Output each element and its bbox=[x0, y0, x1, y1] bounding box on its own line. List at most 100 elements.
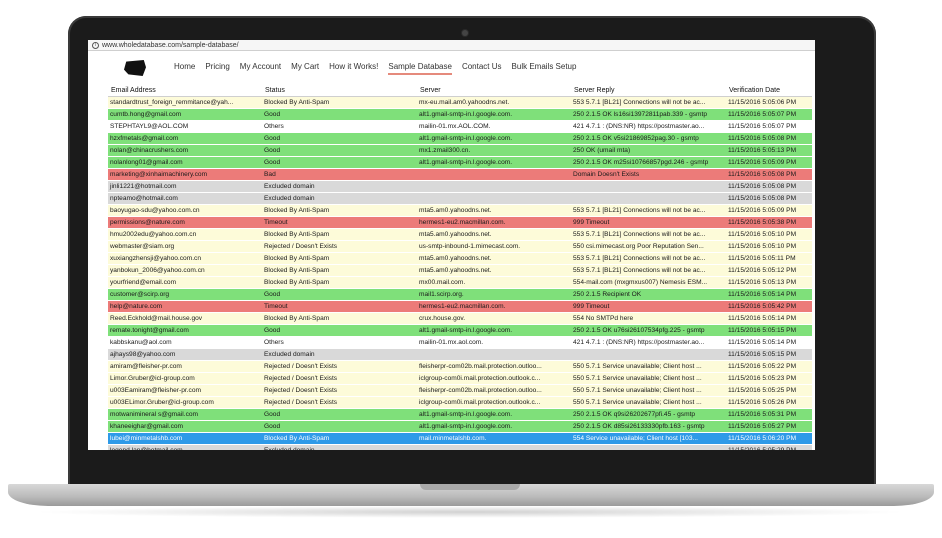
nav-item-bulk-emails-setup[interactable]: Bulk Emails Setup bbox=[512, 62, 577, 75]
verification-date-cell: 11/15/2016 5:05:14 PM bbox=[726, 288, 812, 301]
table-row[interactable]: u003ELimor.Gruber@icl-group.com Rejected … bbox=[108, 396, 812, 409]
email-cell: webmaster@siam.org bbox=[108, 240, 262, 253]
column-header-server-reply[interactable]: Server Reply bbox=[571, 85, 726, 97]
server-reply-cell bbox=[571, 192, 726, 205]
table-row[interactable]: baoyugao-sdu@yahoo.com.cn Blocked By Anti… bbox=[108, 204, 812, 217]
server-reply-cell: 553 5.7.1 [BL21] Connections will not be… bbox=[571, 264, 726, 277]
status-cell: Rejected / Doesn't Exists bbox=[262, 360, 417, 373]
server-cell: alt1.gmail-smtp-in.l.google.com. bbox=[417, 420, 571, 433]
table-row[interactable]: Limor.Gruber@icl-group.com Rejected / Doe… bbox=[108, 372, 812, 385]
server-cell: iclgroup-com0i.mail.protection.outlook.c… bbox=[417, 396, 571, 409]
column-header-email-address[interactable]: Email Address bbox=[108, 85, 262, 97]
server-reply-cell: 250 2.1.5 OK d85si26133330pfb.163 - gsmt… bbox=[571, 420, 726, 433]
verification-date-cell: 11/15/2016 5:05:10 PM bbox=[726, 228, 812, 241]
laptop-notch bbox=[420, 484, 520, 490]
table-row[interactable]: permissions@nature.com Timeout hermes1-eu2… bbox=[108, 216, 812, 229]
server-cell: hermes1-eu2.macmillan.com. bbox=[417, 216, 571, 229]
nav-item-pricing[interactable]: Pricing bbox=[205, 62, 229, 75]
server-reply-cell: 554-mail.com (mxgmxus007) Nemesis ESM... bbox=[571, 276, 726, 289]
server-reply-cell: 550 5.7.1 Service unavailable; Client ho… bbox=[571, 360, 726, 373]
verification-date-cell: 11/15/2016 5:05:09 PM bbox=[726, 156, 812, 169]
table-row[interactable]: standardtrust_foreign_remmitance@yah... B… bbox=[108, 96, 812, 109]
nav-item-how-it-works[interactable]: How it Works! bbox=[329, 62, 378, 75]
site-logo[interactable] bbox=[124, 60, 146, 76]
table-row[interactable]: jinli1221@hotmail.com Excluded domain 11/1… bbox=[108, 180, 812, 193]
info-icon[interactable]: i bbox=[92, 41, 99, 49]
laptop-scene: i www.wholedatabase.com/sample-database/… bbox=[0, 0, 942, 538]
table-row[interactable]: webmaster@siam.org Rejected / Doesn't Exi… bbox=[108, 240, 812, 253]
verification-date-cell: 11/15/2016 5:05:14 PM bbox=[726, 336, 812, 349]
column-header-server[interactable]: Server bbox=[417, 85, 571, 97]
table-row[interactable]: cumtb.hong@gmail.com Good alt1.gmail-smtp-… bbox=[108, 108, 812, 121]
table-row[interactable]: npteamo@hotmail.com Excluded domain 11/15/… bbox=[108, 192, 812, 205]
server-cell: mail.minmetalshb.com. bbox=[417, 432, 571, 445]
email-cell: yourfriend@email.com bbox=[108, 276, 262, 289]
table-row[interactable]: ajhays98@yahoo.com Excluded domain 11/15/2… bbox=[108, 348, 812, 361]
table-row[interactable]: nolan@chinacrushers.com Good mx1.zmail300.… bbox=[108, 144, 812, 157]
table-row[interactable]: lubei@minmetalshb.com Blocked By Anti-Spa… bbox=[108, 432, 812, 445]
email-cell: u003ELimor.Gruber@icl-group.com bbox=[108, 396, 262, 409]
camera-icon bbox=[462, 30, 468, 36]
verification-date-cell: 11/15/2016 5:05:13 PM bbox=[726, 276, 812, 289]
table-row[interactable]: motwanimineral s@gmail.com Good alt1.gmail… bbox=[108, 408, 812, 421]
table-row[interactable]: yourfriend@email.com Blocked By Anti-Spam… bbox=[108, 276, 812, 289]
column-header-verification-date[interactable]: Verification Date bbox=[726, 85, 812, 97]
table-row[interactable]: khaneeighar@gmail.com Good alt1.gmail-smtp… bbox=[108, 420, 812, 433]
table-row[interactable]: u003Eamiram@fleisher-pr.com Rejected / Do… bbox=[108, 384, 812, 397]
nav-item-home[interactable]: Home bbox=[174, 62, 195, 75]
table-row[interactable]: STEPHTAYL9@AOL.COM Others mailin-01.mx.AOL… bbox=[108, 120, 812, 133]
server-cell: us-smtp-inbound-1.mimecast.com. bbox=[417, 240, 571, 253]
verification-date-cell: 11/15/2016 5:05:11 PM bbox=[726, 252, 812, 265]
email-cell: cumtb.hong@gmail.com bbox=[108, 108, 262, 121]
server-reply-cell: 250 OK (umail mta) bbox=[571, 144, 726, 157]
table-row[interactable]: xuxiangzhensji@yahoo.com.cn Blocked By An… bbox=[108, 252, 812, 265]
results-table: Email Address Status Server Server Reply Ver… bbox=[108, 85, 812, 450]
status-cell: Good bbox=[262, 144, 417, 157]
laptop-shadow bbox=[30, 506, 910, 518]
status-cell: Good bbox=[262, 156, 417, 169]
verification-date-cell: 11/15/2016 5:05:13 PM bbox=[726, 144, 812, 157]
column-header-status[interactable]: Status bbox=[262, 85, 417, 97]
nav-item-my-cart[interactable]: My Cart bbox=[291, 62, 319, 75]
status-cell: Others bbox=[262, 120, 417, 133]
email-cell: STEPHTAYL9@AOL.COM bbox=[108, 120, 262, 133]
table-row[interactable]: kabbskanu@aol.com Others mailin-01.mx.aol.… bbox=[108, 336, 812, 349]
table-row[interactable]: Reed.Eckhold@mail.house.gov Blocked By An… bbox=[108, 312, 812, 325]
email-cell: motwanimineral s@gmail.com bbox=[108, 408, 262, 421]
table-header: Email Address Status Server Server Reply Ver… bbox=[108, 85, 812, 97]
table-row[interactable]: remate.tonight@gmail.com Good alt1.gmail-s… bbox=[108, 324, 812, 337]
server-cell: mta5.am0.yahoodns.net. bbox=[417, 228, 571, 241]
server-reply-cell: 250 2.1.5 OK v5si21869852pag.30 - gsmtp bbox=[571, 132, 726, 145]
table-row[interactable]: customer@scirp.org Good mail1.scirp.org. 25… bbox=[108, 288, 812, 301]
server-cell: alt1.gmail-smtp-in.l.google.com. bbox=[417, 324, 571, 337]
email-cell: Reed.Eckhold@mail.house.gov bbox=[108, 312, 262, 325]
server-reply-cell bbox=[571, 444, 726, 450]
server-cell: crux.house.gov. bbox=[417, 312, 571, 325]
server-reply-cell: 550 csi.mimecast.org Poor Reputation Sen… bbox=[571, 240, 726, 253]
address-bar[interactable]: i www.wholedatabase.com/sample-database/ bbox=[88, 40, 815, 51]
verification-date-cell: 11/15/2016 5:05:10 PM bbox=[726, 240, 812, 253]
email-cell: permissions@nature.com bbox=[108, 216, 262, 229]
table-row[interactable]: help@nature.com Timeout hermes1-eu2.macmil… bbox=[108, 300, 812, 313]
email-cell: hmu2002edu@yahoo.com.cn bbox=[108, 228, 262, 241]
verification-date-cell: 11/15/2016 5:05:26 PM bbox=[726, 396, 812, 409]
verification-date-cell: 11/15/2016 5:05:25 PM bbox=[726, 384, 812, 397]
table-row[interactable]: hmu2002edu@yahoo.com.cn Blocked By Anti-S… bbox=[108, 228, 812, 241]
nav-item-sample-database[interactable]: Sample Database bbox=[388, 62, 452, 75]
status-cell: Blocked By Anti-Spam bbox=[262, 276, 417, 289]
nav-item-contact-us[interactable]: Contact Us bbox=[462, 62, 502, 75]
server-reply-cell: 550 5.7.1 Service unavailable; Client ho… bbox=[571, 396, 726, 409]
table-row[interactable]: nolanlong01@gmail.com Good alt1.gmail-smtp… bbox=[108, 156, 812, 169]
table-row[interactable]: yanbokun_2006@yahoo.com.cn Blocked By Ant… bbox=[108, 264, 812, 277]
table-row[interactable]: hzxfmetals@gmail.com Good alt1.gmail-smtp-… bbox=[108, 132, 812, 145]
nav-item-my-account[interactable]: My Account bbox=[240, 62, 281, 75]
table-row[interactable]: marketing@xinhaimachinery.com Bad Domain D… bbox=[108, 168, 812, 181]
table-row[interactable]: legend.lan@hotmail.comExcluded domain 11/… bbox=[108, 444, 812, 450]
url-text[interactable]: www.wholedatabase.com/sample-database/ bbox=[102, 40, 239, 51]
table-row[interactable]: amiram@fleisher-pr.com Rejected / Doesn't… bbox=[108, 360, 812, 373]
server-cell: mx00.mail.com. bbox=[417, 276, 571, 289]
server-reply-cell: 421 4.7.1 : (DNS:NR) https://postmaster.… bbox=[571, 120, 726, 133]
server-cell: mta5.am0.yahoodns.net. bbox=[417, 264, 571, 277]
email-cell: khaneeighar@gmail.com bbox=[108, 420, 262, 433]
email-cell: remate.tonight@gmail.com bbox=[108, 324, 262, 337]
